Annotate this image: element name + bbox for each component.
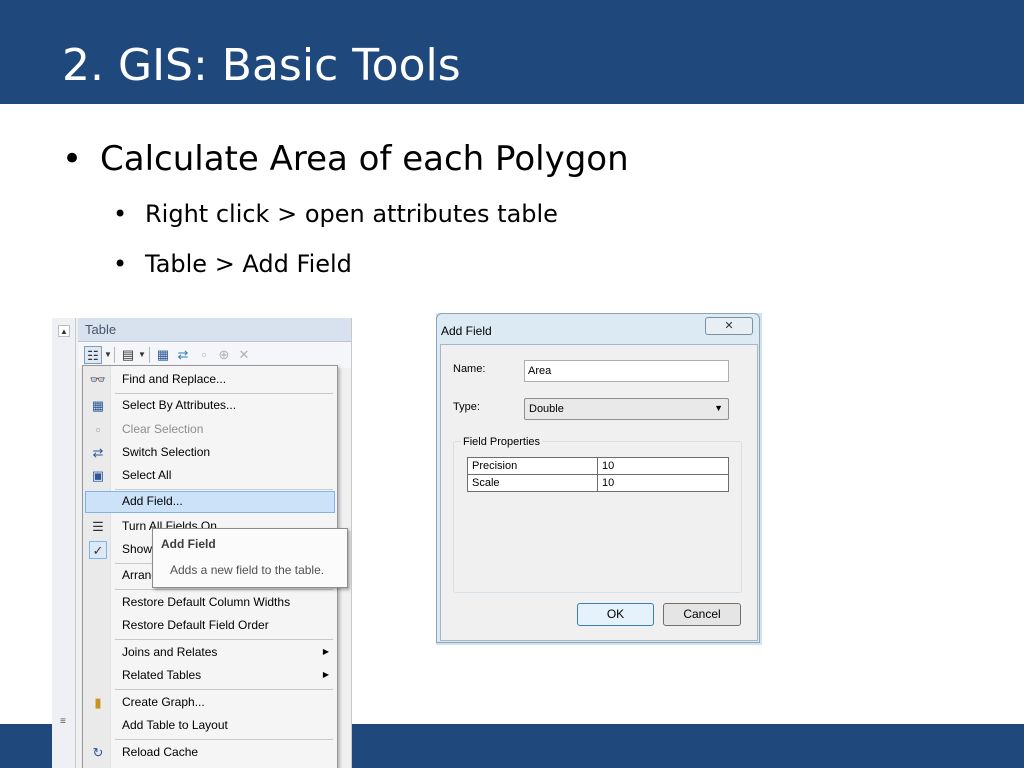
binoculars-icon: 👓 [89,372,107,387]
menu-item-label: Related Tables [122,668,202,682]
menu-item-label: Select All [122,468,172,482]
menu-item-related-tables[interactable]: Related Tables ▶ [85,665,335,687]
menu-item-label: Add Table to Layout [122,718,228,732]
menu-item-joins-relates[interactable]: Joins and Relates ▶ [85,642,335,664]
clear-selection-icon[interactable]: ▫ [196,346,212,364]
cancel-button[interactable]: Cancel [663,603,741,626]
menu-item-label: Find and Replace... [122,372,227,386]
select-all-icon: ▣ [91,468,105,483]
select-by-attributes-icon: ▦ [91,398,105,413]
menu-item-restore-field-order[interactable]: Restore Default Field Order [85,615,335,637]
table-row: Scale 10 [467,474,729,492]
menu-item-label: Reload Cache [122,745,199,759]
dialog-body: Name: Area Type: Double ▼ Field Properti… [440,344,758,641]
menu-item-select-by-attributes[interactable]: ▦ Select By Attributes... [85,395,335,417]
chevron-down-icon[interactable]: ▼ [138,346,146,364]
tooltip-body: Adds a new field to the table. [170,563,325,577]
reload-icon: ↻ [92,745,104,760]
menu-item-select-all[interactable]: ▣ Select All [85,465,335,487]
menu-separator [115,393,333,394]
switch-selection-icon[interactable]: ⇄ [174,346,192,364]
submenu-arrow-icon: ▶ [322,670,329,679]
sub-bullet-text: Table > Add Field [145,250,352,278]
add-field-tooltip: Add Field Adds a new field to the table. [152,528,348,588]
type-label: Type: [453,401,480,413]
menu-item-switch-selection[interactable]: ⇄ Switch Selection [85,442,335,464]
menu-item-add-table-to-layout[interactable]: Add Table to Layout [85,715,335,737]
ok-button[interactable]: OK [577,603,654,626]
zoom-to-selected-icon[interactable]: ⊕ [216,346,232,364]
dialog-title: Add Field [441,324,492,338]
toolbar-separator [149,347,150,363]
menu-item-label: Create Graph... [122,695,205,709]
select-by-attributes-icon[interactable]: ▦ [154,346,172,364]
field-properties-table: Precision 10 Scale 10 [467,457,729,492]
type-dropdown[interactable]: Double ▼ [524,398,729,420]
menu-item-label: Clear Selection [122,422,204,436]
table-row: Precision 10 [467,457,729,475]
field-properties-label: Field Properties [461,436,543,448]
bullet-dot: • [113,200,128,228]
menu-separator [115,739,333,740]
menu-item-label: Joins and Relates [122,645,218,659]
property-key: Scale [467,474,598,492]
menu-item-clear-selection[interactable]: ▫ Clear Selection [85,419,335,441]
add-field-dialog: Add Field ✕ Name: Area Type: Double ▼ Fi… [436,313,760,643]
menu-separator [115,489,333,490]
menu-item-add-field[interactable]: Add Field... [85,491,335,513]
switch-selection-icon: ⇄ [92,445,104,460]
menu-item-reload-cache[interactable]: ↻ Reload Cache [85,742,335,764]
chevron-down-icon[interactable]: ▼ [104,346,112,364]
bullet-text: Calculate Area of each Polygon [100,139,629,179]
property-key: Precision [467,457,598,475]
menu-item-label: Add Field... [122,494,183,508]
menu-item-create-graph[interactable]: ▮ Create Graph... [85,692,335,714]
add-field-dialog-screenshot: Add Field ✕ Name: Area Type: Double ▼ Fi… [436,313,762,645]
menu-item-label: Restore Default Column Widths [122,595,291,609]
toolbar-separator [114,347,115,363]
menu-item-label: Select By Attributes... [122,398,237,412]
menu-item-restore-column-widths[interactable]: Restore Default Column Widths [85,592,335,614]
scroll-up-icon[interactable]: ▲ [58,325,70,337]
bullet-dot: • [113,250,128,278]
table-options-icon[interactable]: ☷ [84,346,102,364]
related-tables-icon[interactable]: ▤ [119,346,137,364]
menu-item-label: Restore Default Field Order [122,618,269,632]
property-value[interactable]: 10 [597,457,729,475]
type-selected-value: Double [529,403,564,415]
clear-selection-icon: ▫ [95,422,101,437]
chevron-down-icon: ▼ [714,403,723,413]
slide-title: 2. GIS: Basic Tools [62,40,461,91]
fields-icon: ☰ [92,519,104,534]
property-value[interactable]: 10 [597,474,729,492]
menu-separator [115,589,333,590]
menu-item-find-replace[interactable]: 👓 Find and Replace... [85,369,335,391]
table-window-header: Table [78,318,351,342]
grip-icon: ≡ [60,716,66,727]
tooltip-title: Add Field [161,537,216,551]
graph-icon: ▮ [94,695,102,710]
menu-separator [115,689,333,690]
name-field[interactable]: Area [524,360,729,382]
bullet-dot: • [62,139,83,179]
table-window-title: Table [85,322,117,337]
menu-separator [115,639,333,640]
name-label: Name: [453,363,486,375]
window-gutter: ▲ ≡ [52,318,76,768]
close-button[interactable]: ✕ [705,317,753,335]
check-icon: ✓ [89,541,107,559]
menu-item-label: Switch Selection [122,445,211,459]
table-menu-screenshot: ▲ ≡ Table ☷ ▼ ▤ ▼ ▦ ⇄ ▫ ⊕ ✕ 👓 Find and R… [52,318,352,768]
delete-icon[interactable]: ✕ [236,346,252,364]
sub-bullet-text: Right click > open attributes table [145,200,558,228]
submenu-arrow-icon: ▶ [322,647,329,656]
